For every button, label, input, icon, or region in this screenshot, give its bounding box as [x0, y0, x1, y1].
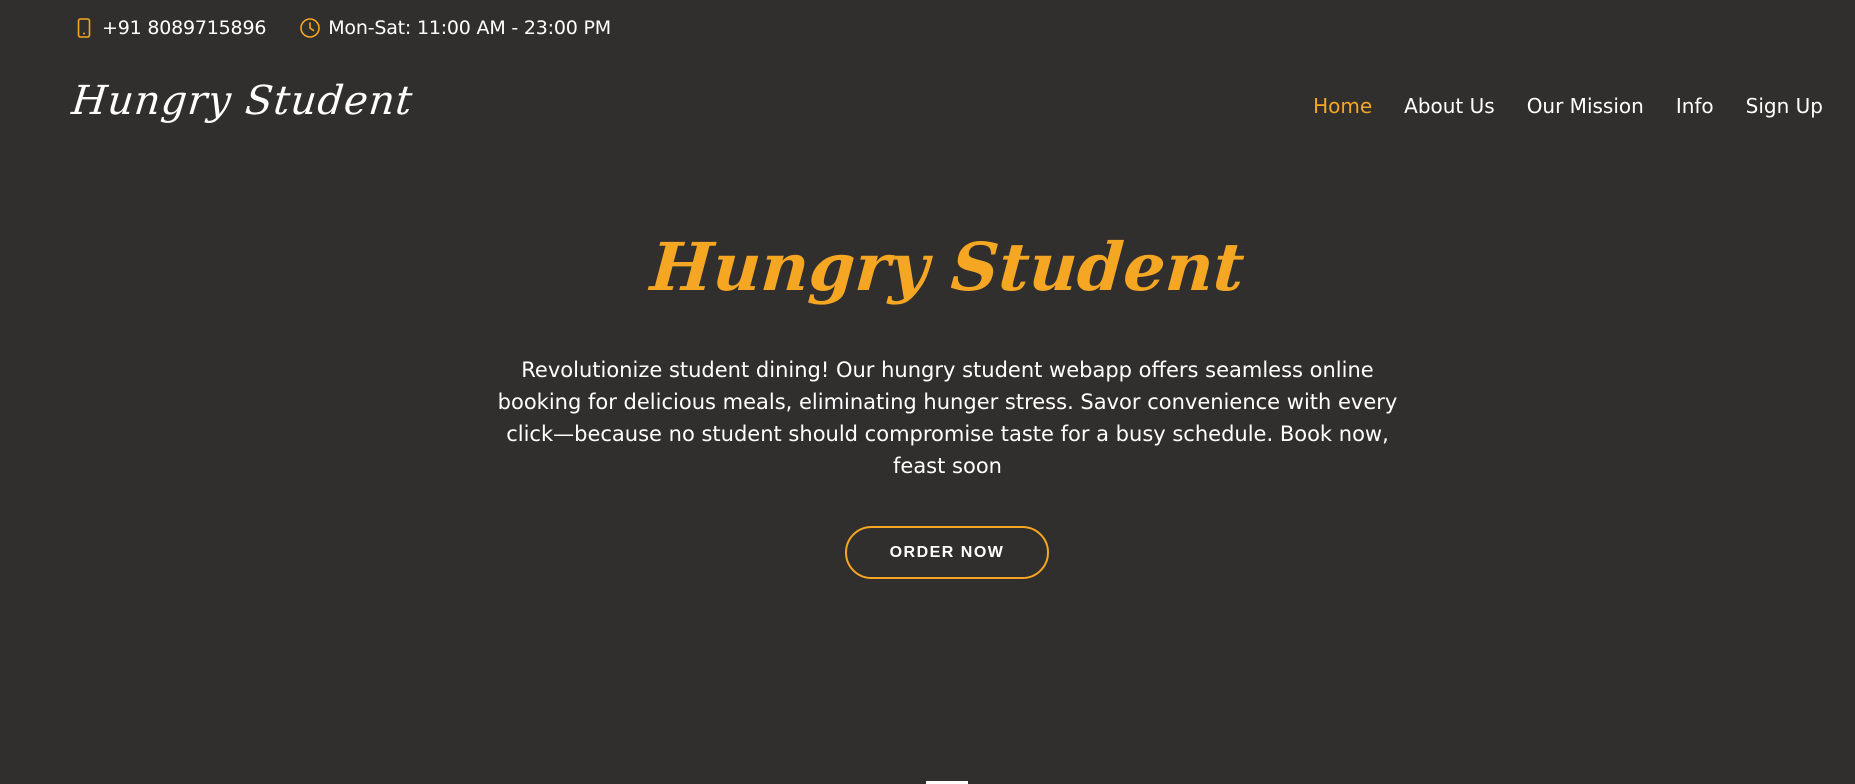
nav-item-sign-up[interactable]: Sign Up [1746, 94, 1823, 118]
mobile-phone-icon [72, 16, 96, 40]
nav-item-info[interactable]: Info [1676, 94, 1714, 118]
phone-number: +91 8089715896 [102, 17, 267, 39]
phone-info: +91 8089715896 [72, 16, 266, 40]
clock-icon [298, 16, 322, 40]
site-logo[interactable]: Hungry Student [70, 78, 416, 124]
hero-description: Revolutionize student dining! Our hungry… [497, 358, 1398, 478]
hero-title: Hungry Student [648, 228, 1247, 306]
nav-item-about-us[interactable]: About Us [1404, 94, 1495, 118]
order-now-button[interactable]: ORDER NOW [845, 526, 1049, 579]
hours-info: Mon-Sat: 11:00 AM - 23:00 PM [298, 16, 611, 40]
main-nav: Home About Us Our Mission Info Sign Up [1313, 94, 1823, 118]
nav-item-home[interactable]: Home [1313, 94, 1372, 118]
nav-item-our-mission[interactable]: Our Mission [1527, 94, 1644, 118]
opening-hours: Mon-Sat: 11:00 AM - 23:00 PM [328, 17, 611, 39]
top-info-bar: +91 8089715896 Mon-Sat: 11:00 AM - 23:00… [72, 14, 643, 42]
